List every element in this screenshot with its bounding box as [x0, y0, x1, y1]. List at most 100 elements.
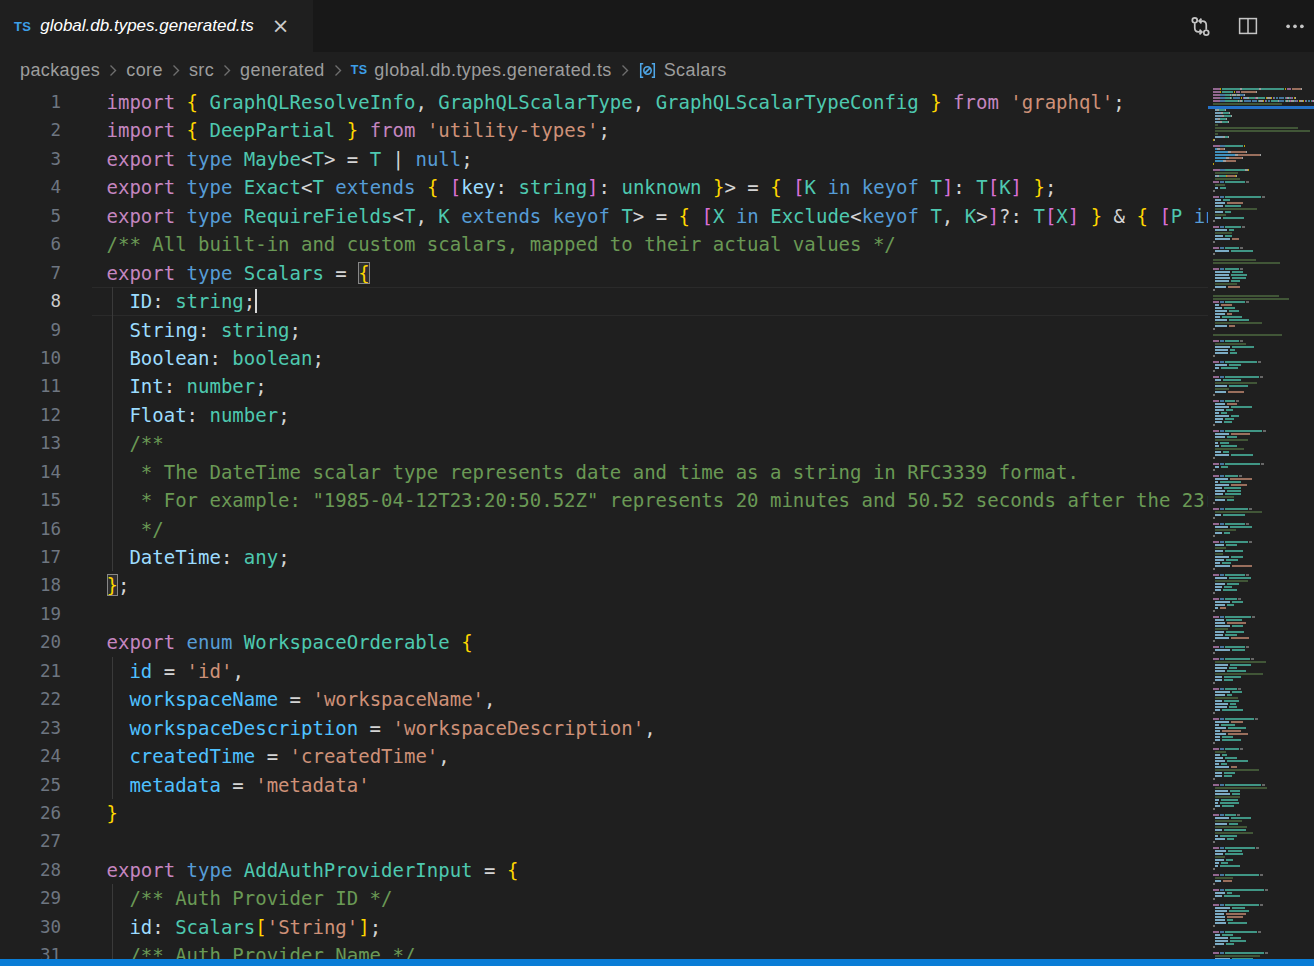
- line-number[interactable]: 2: [0, 116, 61, 144]
- line-number[interactable]: 25: [0, 771, 61, 799]
- tab-global-db-types[interactable]: TS global.db.types.generated.ts ×: [0, 0, 313, 52]
- minimap-line: [1227, 838, 1234, 840]
- more-actions-icon[interactable]: [1271, 0, 1314, 52]
- minimap-line: [1225, 616, 1251, 618]
- line-number[interactable]: 30: [0, 913, 61, 941]
- line-number[interactable]: 5: [0, 202, 61, 230]
- line-number[interactable]: 3: [0, 145, 61, 173]
- code-line-27[interactable]: 27: [0, 827, 1208, 855]
- code-line-3[interactable]: 3export type Maybe<T> = T | null;: [0, 145, 1208, 173]
- line-number[interactable]: 4: [0, 173, 61, 201]
- minimap-line: [1215, 160, 1223, 162]
- line-number[interactable]: 21: [0, 657, 61, 685]
- line-number[interactable]: 13: [0, 429, 61, 457]
- minimap-line: [1220, 430, 1224, 432]
- code-line-12[interactable]: 12 Float: number;: [0, 401, 1208, 429]
- minimap-line: [1223, 199, 1230, 201]
- minimap-line: [1215, 409, 1224, 411]
- line-number[interactable]: 27: [0, 827, 61, 855]
- code-line-16[interactable]: 16 */: [0, 515, 1208, 543]
- minimap-line: [1227, 403, 1237, 405]
- code-line-30[interactable]: 30 id: Scalars['String'];: [0, 913, 1208, 941]
- line-number[interactable]: 29: [0, 884, 61, 912]
- code-line-10[interactable]: 10 Boolean: boolean;: [0, 344, 1208, 372]
- code-line-25[interactable]: 25 metadata = 'metadata': [0, 771, 1208, 799]
- code-text: * The DateTime scalar type represents da…: [107, 458, 1079, 486]
- line-number[interactable]: 17: [0, 543, 61, 571]
- code-line-19[interactable]: 19: [0, 600, 1208, 628]
- breadcrumb-item-src[interactable]: src: [189, 60, 214, 81]
- minimap-line: [1213, 847, 1219, 849]
- breadcrumb-item-scalars[interactable]: Scalars: [638, 60, 727, 81]
- minimap-line: [1248, 169, 1249, 171]
- line-number[interactable]: 14: [0, 458, 61, 486]
- minimap-line: [1256, 91, 1257, 93]
- code-line-4[interactable]: 4export type Exact<T extends { [key: str…: [0, 173, 1208, 201]
- breadcrumb-item-core[interactable]: core: [126, 60, 163, 81]
- code-line-1[interactable]: 1import { GraphQLResolveInfo, GraphQLSca…: [0, 88, 1208, 116]
- close-tab-icon[interactable]: ×: [272, 16, 290, 37]
- line-number[interactable]: 28: [0, 856, 61, 884]
- code-line-2[interactable]: 2import { DeepPartial } from 'utility-ty…: [0, 116, 1208, 144]
- minimap-line: [1229, 667, 1237, 669]
- code-line-15[interactable]: 15 * For example: "1985-04-12T23:20:50.5…: [0, 486, 1208, 514]
- line-number[interactable]: 16: [0, 515, 61, 543]
- line-number[interactable]: 26: [0, 799, 61, 827]
- minimap-line: [1215, 805, 1220, 807]
- line-number[interactable]: 19: [0, 600, 61, 628]
- minimap-line: [1222, 739, 1241, 741]
- minimap[interactable]: [1208, 88, 1314, 966]
- breadcrumb: packages core src generated TSglobal.db.type…: [0, 52, 1314, 88]
- line-number[interactable]: 7: [0, 259, 61, 287]
- code-line-23[interactable]: 23 workspaceDescription = 'workspaceDesc…: [0, 714, 1208, 742]
- code-line-21[interactable]: 21 id = 'id',: [0, 657, 1208, 685]
- minimap-line: [1230, 352, 1237, 354]
- minimap-line: [1215, 760, 1225, 762]
- line-number[interactable]: 9: [0, 316, 61, 344]
- line-number[interactable]: 15: [0, 486, 61, 514]
- line-number[interactable]: 18: [0, 571, 61, 599]
- line-number[interactable]: 6: [0, 230, 61, 258]
- code-line-14[interactable]: 14 * The DateTime scalar type represents…: [0, 458, 1208, 486]
- minimap-line: [1215, 421, 1222, 423]
- line-number[interactable]: 10: [0, 344, 61, 372]
- line-number[interactable]: 11: [0, 372, 61, 400]
- code-line-28[interactable]: 28export type AddAuthProviderInput = {: [0, 856, 1208, 884]
- code-line-13[interactable]: 13 /**: [0, 429, 1208, 457]
- code-line-7[interactable]: 7export type Scalars = {: [0, 259, 1208, 287]
- minimap-line: [1223, 451, 1229, 453]
- code-line-5[interactable]: 5export type RequireFields<T, K extends …: [0, 202, 1208, 230]
- minimap-line: [1231, 97, 1232, 99]
- minimap-line: [1215, 202, 1225, 204]
- code-line-9[interactable]: 9 String: string;: [0, 316, 1208, 344]
- code-line-26[interactable]: 26}: [0, 799, 1208, 827]
- minimap-line: [1213, 370, 1215, 372]
- code-line-6[interactable]: 6/** All built-in and custom scalars, ma…: [0, 230, 1208, 258]
- code-text: Int: number;: [107, 372, 267, 400]
- code-line-22[interactable]: 22 workspaceName = 'workspaceName',: [0, 685, 1208, 713]
- line-number[interactable]: 12: [0, 401, 61, 429]
- line-number[interactable]: 22: [0, 685, 61, 713]
- compare-changes-icon[interactable]: [1177, 0, 1224, 52]
- code-line-11[interactable]: 11 Int: number;: [0, 372, 1208, 400]
- minimap-line: [1215, 676, 1222, 678]
- minimap-line: [1215, 325, 1227, 327]
- minimap-line: [1215, 553, 1223, 555]
- code-line-17[interactable]: 17 DateTime: any;: [0, 543, 1208, 571]
- code-line-20[interactable]: 20export enum WorkspaceOrderable {: [0, 628, 1208, 656]
- code-line-8[interactable]: 8 ID: string;: [0, 287, 1208, 315]
- code-line-18[interactable]: 18};: [0, 571, 1208, 599]
- breadcrumb-item-generated[interactable]: generated: [240, 60, 325, 81]
- line-number[interactable]: 8: [0, 287, 61, 315]
- split-editor-icon[interactable]: [1224, 0, 1271, 52]
- code-line-24[interactable]: 24 createdTime = 'createdTime',: [0, 742, 1208, 770]
- breadcrumb-separator-icon: [612, 63, 638, 78]
- code-editor[interactable]: 1import { GraphQLResolveInfo, GraphQLSca…: [0, 88, 1208, 966]
- line-number[interactable]: 23: [0, 714, 61, 742]
- line-number[interactable]: 1: [0, 88, 61, 116]
- line-number[interactable]: 24: [0, 742, 61, 770]
- code-line-29[interactable]: 29 /** Auth Provider ID */: [0, 884, 1208, 912]
- breadcrumb-item-global-db-types-generated-ts[interactable]: TSglobal.db.types.generated.ts: [351, 60, 612, 81]
- line-number[interactable]: 20: [0, 628, 61, 656]
- breadcrumb-item-packages[interactable]: packages: [20, 60, 100, 81]
